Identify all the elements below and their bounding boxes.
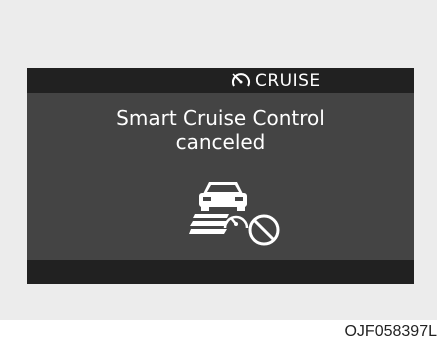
top-status-bar: CRUISE bbox=[27, 68, 414, 93]
figure-code: OJF058397L bbox=[344, 323, 437, 340]
figure-background: CRUISE Smart Cruise Control canceled bbox=[0, 0, 437, 320]
status-message: Smart Cruise Control canceled bbox=[27, 106, 414, 154]
cruise-canceled-icon bbox=[189, 176, 284, 246]
cluster-display: CRUISE Smart Cruise Control canceled bbox=[27, 68, 414, 284]
message-line-1: Smart Cruise Control bbox=[116, 106, 325, 130]
cruise-gauge-icon bbox=[231, 72, 251, 90]
message-line-2: canceled bbox=[175, 130, 266, 154]
cruise-mode-indicator: CRUISE bbox=[231, 68, 321, 93]
cruise-mode-label: CRUISE bbox=[255, 70, 321, 91]
bottom-status-bar bbox=[27, 260, 414, 284]
